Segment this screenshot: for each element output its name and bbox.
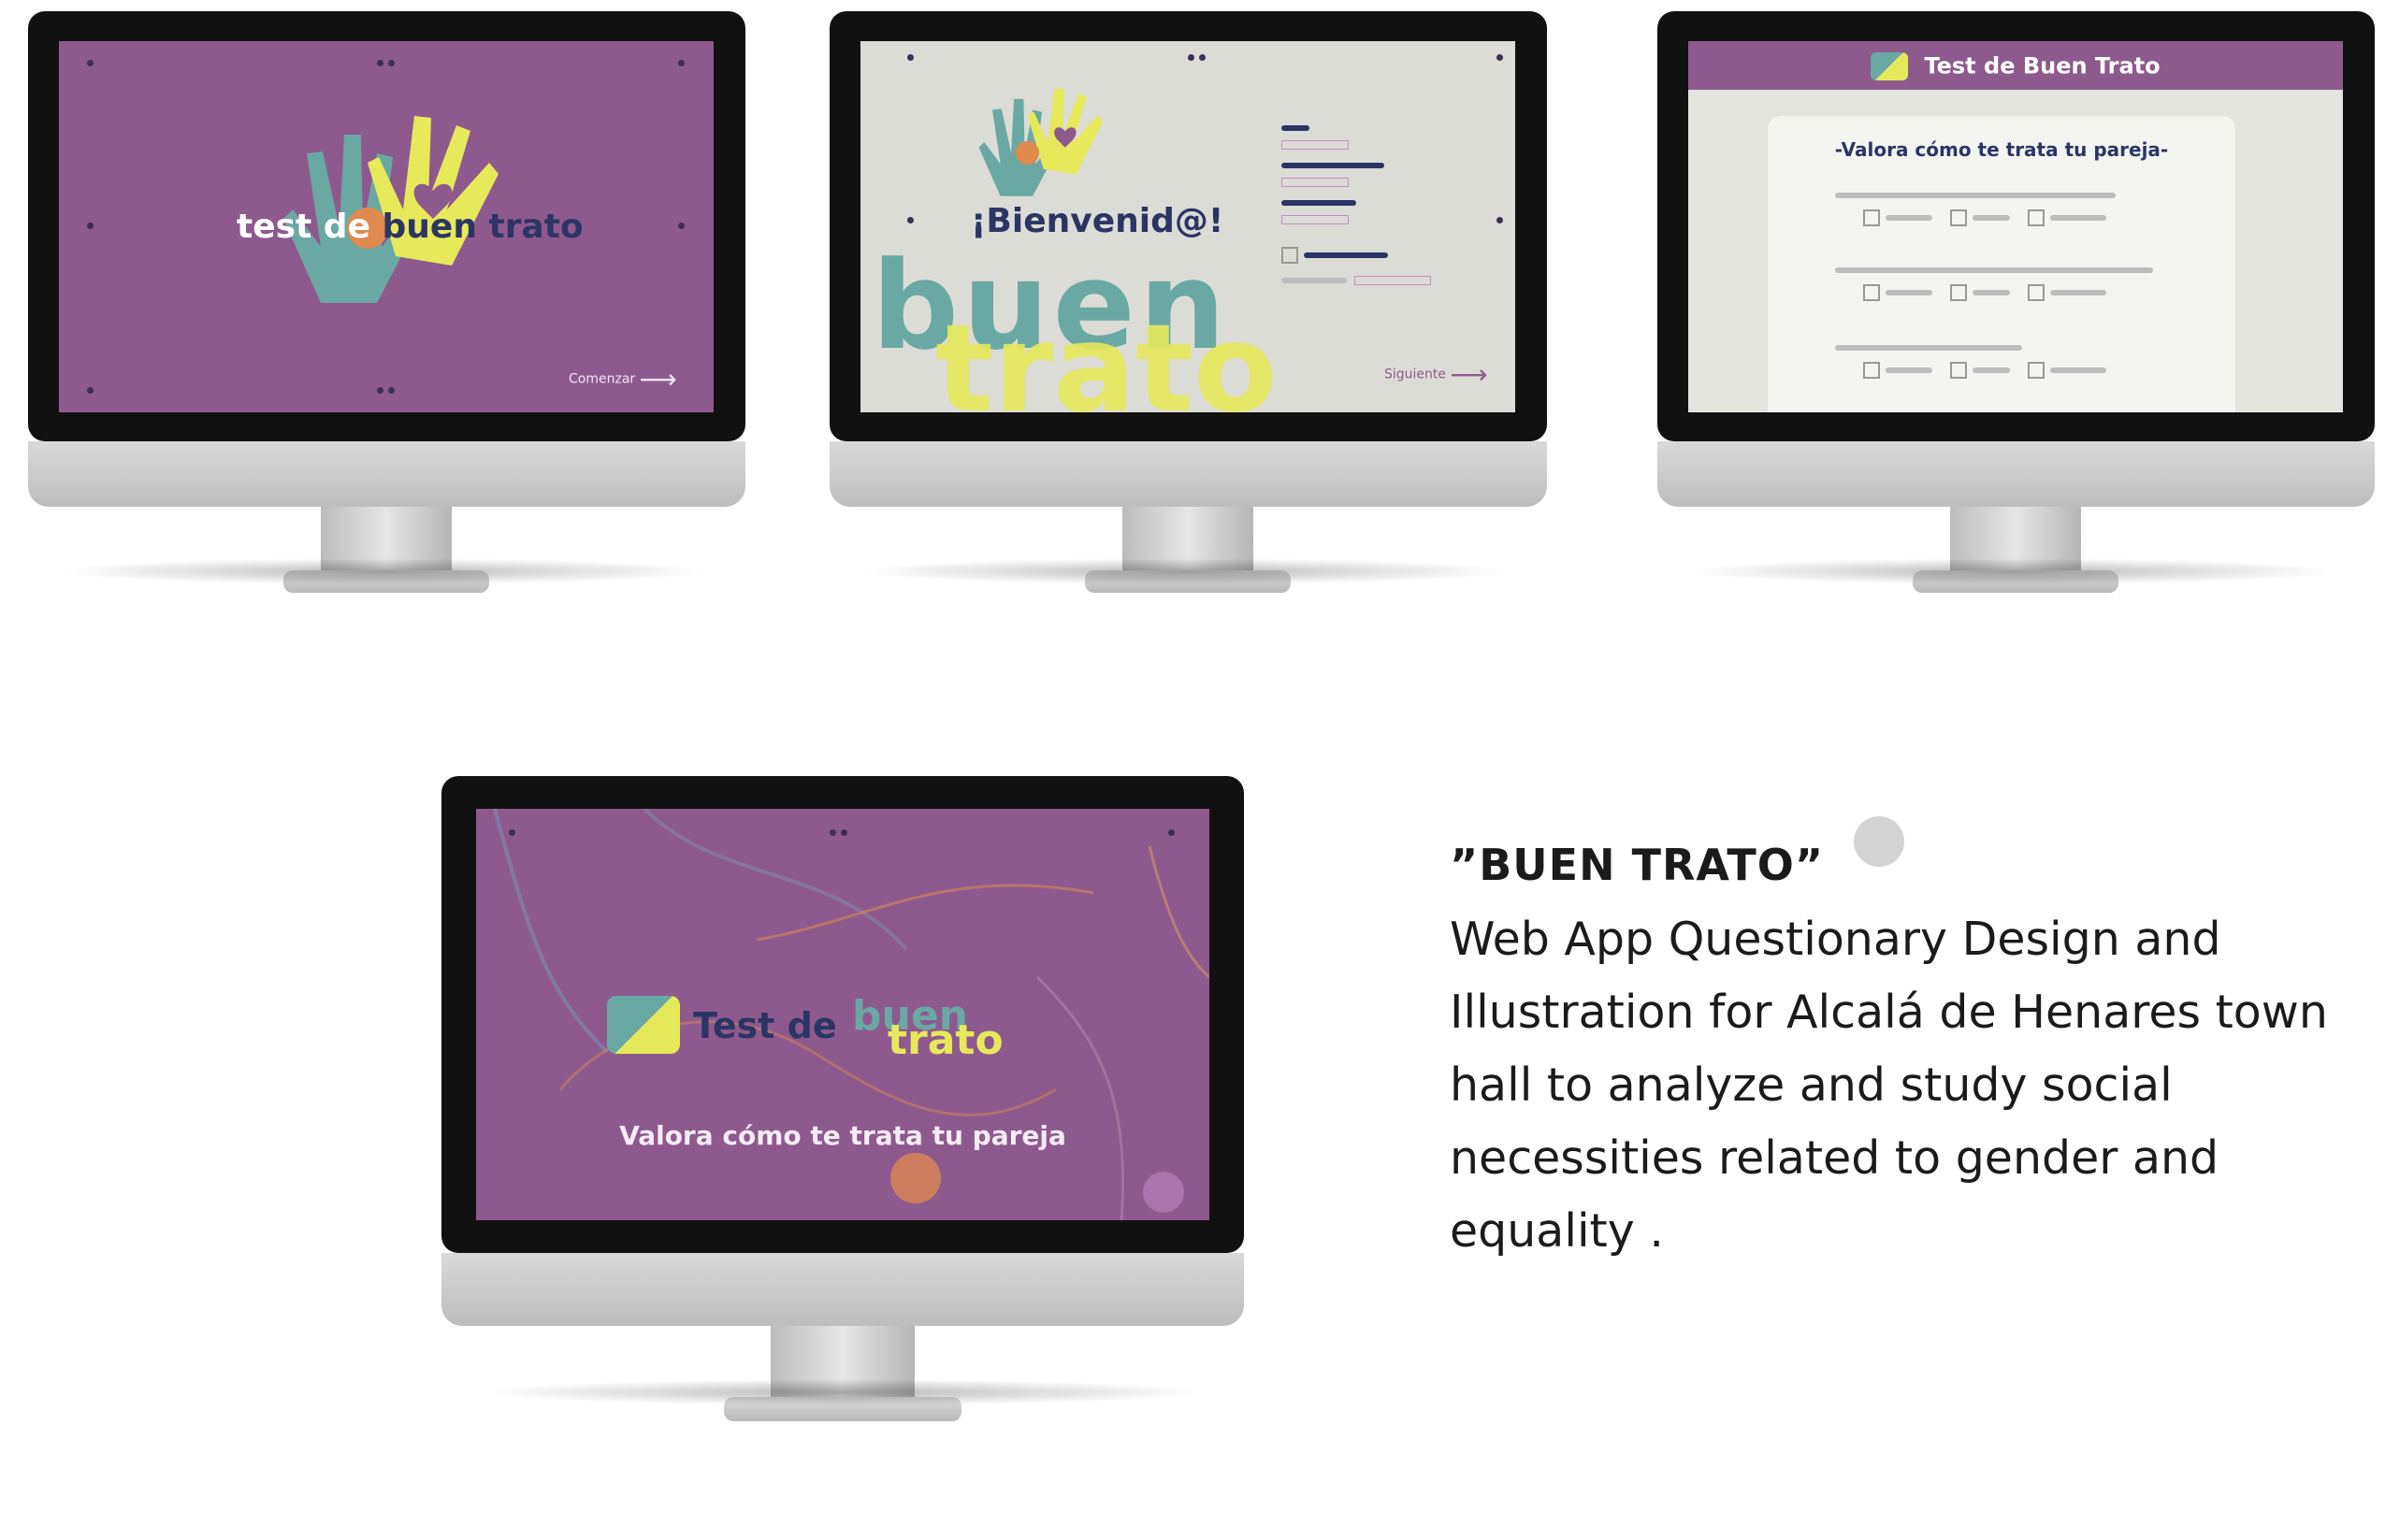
cover-title-left: Test de bbox=[693, 1005, 837, 1046]
screen-questionnaire: Test de Buen Trato -Valora cómo te trata… bbox=[1688, 41, 2343, 412]
option-label bbox=[2050, 289, 2107, 295]
corner-dot bbox=[388, 60, 395, 66]
form-area bbox=[1281, 125, 1450, 289]
question-1 bbox=[1835, 193, 2172, 226]
checkbox[interactable] bbox=[1281, 246, 1298, 264]
intro-title-right: buen trato bbox=[382, 208, 584, 246]
arrow-right-icon: ⟶ bbox=[639, 364, 677, 395]
screen-cover: Test de buen trato Valora cómo te trata … bbox=[476, 809, 1209, 1220]
hands-logo-icon bbox=[1871, 51, 1909, 80]
answer-options bbox=[1863, 360, 2172, 379]
corner-dot bbox=[1496, 54, 1503, 61]
corner-dot bbox=[388, 387, 395, 394]
postal-code-field[interactable] bbox=[1281, 215, 1349, 224]
option-label bbox=[1973, 214, 2011, 221]
intro-title-left: test de bbox=[237, 208, 370, 246]
corner-dot bbox=[1496, 217, 1503, 223]
corner-dot bbox=[87, 387, 94, 394]
answer-options bbox=[1863, 208, 2172, 226]
corner-dot bbox=[907, 54, 914, 61]
corner-dot bbox=[377, 60, 383, 66]
radio-option[interactable] bbox=[1950, 283, 1968, 301]
monitor-1: test de buen trato Comenzar ⟶ bbox=[28, 11, 745, 619]
answer-options bbox=[1863, 282, 2190, 301]
questionnaire-header: Test de Buen Trato bbox=[1688, 41, 2343, 90]
corner-dot bbox=[1188, 54, 1194, 61]
form-label bbox=[1281, 200, 1356, 206]
option-label bbox=[1886, 289, 1932, 295]
radio-option[interactable] bbox=[2028, 283, 2045, 301]
radio-option[interactable] bbox=[1863, 361, 1880, 379]
option-label bbox=[1973, 367, 2011, 373]
option-label bbox=[2050, 367, 2107, 373]
next-button[interactable]: Siguiente ⟶ bbox=[1384, 359, 1488, 390]
birthdate-field[interactable] bbox=[1281, 178, 1349, 187]
partner-since-row bbox=[1281, 271, 1450, 289]
radio-option[interactable] bbox=[2028, 209, 2045, 226]
monitor-shadow bbox=[479, 1379, 1208, 1405]
start-button[interactable]: Comenzar ⟶ bbox=[569, 364, 677, 395]
hands-logo-icon bbox=[607, 996, 680, 1054]
monitor-4: Test de buen trato Valora cómo te trata … bbox=[441, 776, 1244, 1459]
form-label bbox=[1304, 252, 1388, 258]
next-label: Siguiente bbox=[1384, 367, 1447, 382]
corner-dot bbox=[1199, 54, 1206, 61]
radio-option[interactable] bbox=[1950, 361, 1968, 379]
screen-welcome: ¡Bienvenid@! buen trato Siguiente ⟶ bbox=[860, 41, 1515, 412]
project-title: ”BUEN TRATO” bbox=[1450, 840, 1825, 890]
question-title: -Valora cómo te trata tu pareja- bbox=[1834, 138, 2169, 161]
option-label bbox=[1886, 367, 1932, 373]
corner-dot bbox=[678, 223, 685, 229]
start-label: Comenzar bbox=[569, 371, 636, 387]
cover-title: Test de buen trato bbox=[607, 992, 1093, 1064]
monitor-shadow bbox=[858, 558, 1512, 584]
header-title: Test de Buen Trato bbox=[1924, 52, 2161, 79]
corner-dot bbox=[87, 223, 94, 229]
question-card: -Valora cómo te trata tu pareja- bbox=[1768, 116, 2235, 412]
project-text: Web App Questionary Design and Illustrat… bbox=[1450, 913, 2328, 1258]
monitor-chin bbox=[28, 441, 745, 507]
corner-dot bbox=[907, 217, 914, 223]
form-label bbox=[1281, 278, 1347, 283]
corner-dot bbox=[377, 387, 383, 394]
monitor-3: Test de Buen Trato -Valora cómo te trata… bbox=[1657, 11, 2375, 619]
screen-intro: test de buen trato Comenzar ⟶ bbox=[59, 41, 714, 412]
option-label bbox=[1886, 214, 1932, 221]
arrow-right-icon: ⟶ bbox=[1450, 359, 1488, 390]
monitor-chin bbox=[830, 441, 1547, 507]
question-3 bbox=[1835, 345, 2172, 379]
radio-option[interactable] bbox=[1863, 209, 1880, 226]
question-text bbox=[1835, 193, 2116, 198]
cover-title-trato: trato bbox=[888, 1016, 1004, 1064]
cover-subtitle: Valora cómo te trata tu pareja bbox=[619, 1120, 1066, 1151]
intro-title: test de buen trato bbox=[237, 208, 584, 246]
monitor-2: ¡Bienvenid@! buen trato Siguiente ⟶ bbox=[830, 11, 1547, 619]
name-field[interactable] bbox=[1281, 140, 1349, 150]
radio-option[interactable] bbox=[1863, 283, 1880, 301]
option-label bbox=[1973, 289, 2011, 295]
question-2 bbox=[1835, 267, 2190, 301]
radio-option[interactable] bbox=[2028, 361, 2045, 379]
question-text bbox=[1835, 267, 2153, 273]
corner-dot bbox=[87, 60, 94, 66]
monitor-shadow bbox=[1685, 558, 2340, 584]
monitor-shadow bbox=[56, 558, 711, 584]
big-word-trato: trato bbox=[935, 297, 1278, 412]
question-text bbox=[1835, 345, 2022, 351]
form-label bbox=[1281, 125, 1309, 131]
project-description: ”BUEN TRATO” Web App Questionary Design … bbox=[1450, 840, 2348, 1268]
form-label bbox=[1281, 163, 1384, 168]
monitor-chin bbox=[441, 1253, 1244, 1326]
monitor-chin bbox=[1657, 441, 2375, 507]
partner-checkbox-row[interactable] bbox=[1281, 245, 1450, 264]
corner-dot bbox=[678, 60, 685, 66]
radio-option[interactable] bbox=[1950, 209, 1968, 226]
hands-logo-icon bbox=[978, 88, 1104, 196]
partner-since-field[interactable] bbox=[1354, 276, 1431, 285]
option-label bbox=[2050, 214, 2107, 221]
